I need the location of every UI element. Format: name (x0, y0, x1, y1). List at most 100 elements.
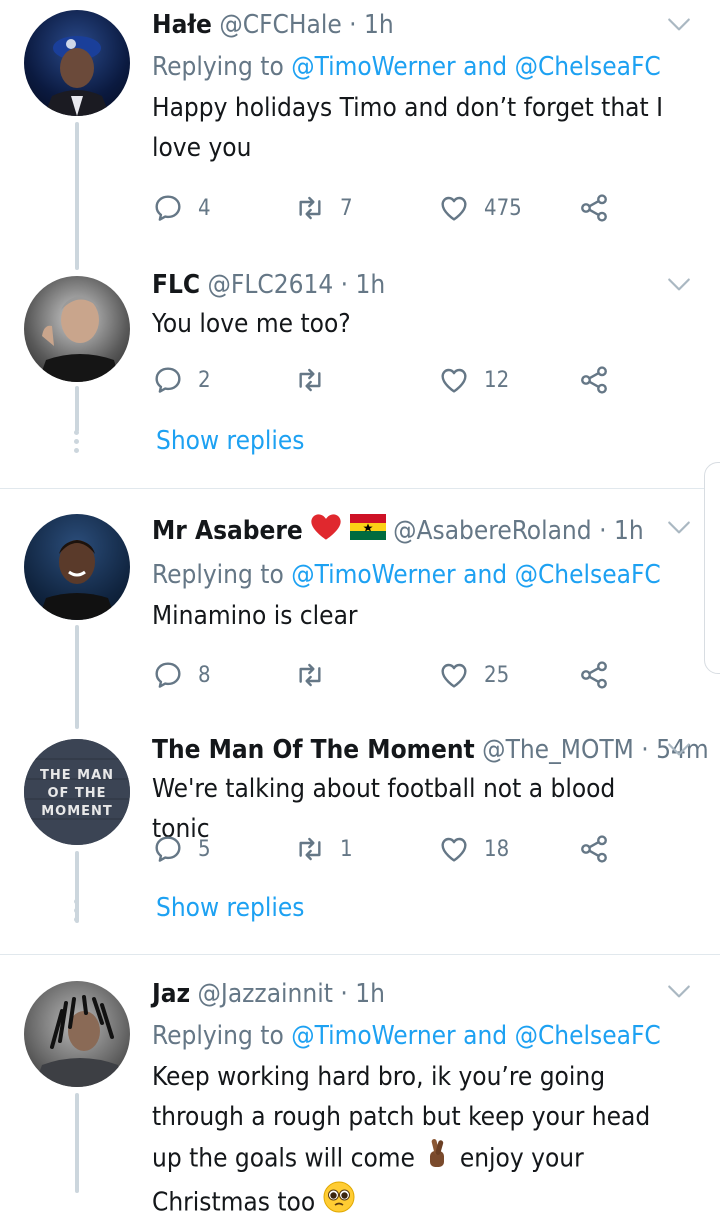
handle[interactable]: @The_MOTM (482, 735, 634, 765)
avatar[interactable] (24, 514, 130, 620)
mention-link[interactable]: @TimoWerner (291, 1021, 455, 1051)
like-button[interactable]: 25 (438, 655, 509, 695)
mention-link[interactable]: @ChelseaFC (515, 52, 661, 82)
display-name[interactable]: Jaz (152, 979, 190, 1009)
and-connector: and (463, 1021, 508, 1051)
thread-line (75, 1093, 79, 1193)
handle[interactable]: @FLC2614 (208, 270, 334, 300)
reply-icon (152, 833, 184, 865)
like-button[interactable]: 475 (438, 188, 522, 228)
reply-button[interactable]: 2 (152, 360, 211, 400)
chevron-down-icon[interactable] (666, 12, 692, 38)
display-name[interactable]: Mr Asabere (152, 516, 303, 546)
reply-count: 8 (198, 662, 211, 688)
replying-to: Replying to @TimoWerner and @ChelseaFC (152, 50, 680, 84)
like-count: 475 (484, 195, 522, 221)
share-icon (578, 364, 610, 396)
handle[interactable]: @Jazzainnit (198, 979, 333, 1009)
display-name[interactable]: The Man Of The Moment (152, 735, 475, 765)
reply-button[interactable]: 8 (152, 655, 211, 695)
retweet-button[interactable] (294, 655, 340, 695)
retweet-button[interactable] (294, 360, 340, 400)
share-button[interactable] (578, 829, 610, 869)
display-name[interactable]: FLC (152, 270, 200, 300)
replying-to: Replying to @TimoWerner and @ChelseaFC (152, 558, 680, 592)
retweet-button[interactable]: 7 (294, 188, 353, 228)
replying-prefix: Replying to (152, 52, 284, 82)
like-icon (438, 659, 470, 691)
timestamp[interactable]: 1h (364, 10, 394, 40)
svg-text:MOMENT: MOMENT (41, 804, 113, 819)
show-replies-link[interactable]: Show replies (156, 893, 304, 923)
svg-text:THE MAN: THE MAN (40, 768, 114, 783)
mention-link[interactable]: @TimoWerner (291, 560, 455, 590)
share-button[interactable] (578, 188, 610, 228)
tweet-5[interactable]: Jaz @Jazzainnit · 1h Replying to @TimoWe… (0, 955, 720, 1218)
and-connector: and (463, 52, 508, 82)
ghana-flag-icon (349, 514, 386, 549)
separator: · (340, 270, 349, 300)
tweet-1[interactable]: Hałe @CFCHale · 1h Replying to @TimoWern… (0, 0, 720, 270)
reply-count: 5 (198, 836, 211, 862)
retweet-button[interactable]: 1 (294, 829, 353, 869)
svg-text:OF THE: OF THE (47, 786, 106, 801)
tweet-text: Happy holidays Timo and don’t forget tha… (152, 93, 663, 163)
tweet-text: Minamino is clear (152, 601, 358, 631)
retweet-count: 7 (340, 195, 353, 221)
mention-link[interactable]: @TimoWerner (291, 52, 455, 82)
share-button[interactable] (578, 360, 610, 400)
timestamp[interactable]: 1h (355, 979, 385, 1009)
retweet-icon (294, 364, 326, 396)
reply-button[interactable]: 4 (152, 188, 211, 228)
thread-line (75, 386, 79, 432)
reply-icon (152, 364, 184, 396)
and-connector: and (463, 560, 508, 590)
thread-dots (74, 430, 80, 457)
replying-prefix: Replying to (152, 560, 284, 590)
display-name[interactable]: Hałe (152, 10, 212, 40)
separator: · (349, 10, 357, 40)
retweet-icon (294, 659, 326, 691)
heart-emoji-icon (310, 513, 342, 550)
chevron-down-icon[interactable] (666, 737, 692, 763)
like-count: 25 (484, 662, 510, 688)
separator: · (599, 516, 607, 546)
handle[interactable]: @AsabereRoland (393, 516, 592, 546)
tweet-4[interactable]: THE MAN OF THE MOMENT The Man Of The Mom… (0, 729, 720, 953)
reply-button[interactable]: 5 (152, 829, 211, 869)
handle[interactable]: @CFCHale (219, 10, 341, 40)
share-button[interactable] (578, 655, 610, 695)
chevron-down-icon[interactable] (666, 515, 692, 541)
timestamp[interactable]: 1h (356, 270, 386, 300)
avatar[interactable] (24, 276, 130, 382)
separator: · (340, 979, 348, 1009)
tweet-3[interactable]: Mr Asabere @AsabereRoland · 1h Replying … (0, 489, 720, 729)
tweet-2[interactable]: FLC @FLC2614 · 1h You love me too? 2 12 … (0, 270, 720, 488)
timestamp[interactable]: 1h (614, 516, 644, 546)
like-button[interactable]: 18 (438, 829, 509, 869)
crossed-fingers-emoji-icon (422, 1137, 452, 1181)
show-replies-link[interactable]: Show replies (156, 426, 304, 456)
scroll-indicator[interactable] (704, 462, 720, 674)
replying-prefix: Replying to (152, 1021, 284, 1051)
tweet-text: You love me too? (152, 309, 351, 339)
mention-link[interactable]: @ChelseaFC (515, 1021, 661, 1051)
like-button[interactable]: 12 (438, 360, 509, 400)
chevron-down-icon[interactable] (666, 979, 692, 1005)
like-icon (438, 833, 470, 865)
reply-icon (152, 659, 184, 691)
like-count: 18 (484, 836, 510, 862)
retweet-icon (294, 192, 326, 224)
replying-to: Replying to @TimoWerner and @ChelseaFC (152, 1019, 680, 1053)
like-icon (438, 364, 470, 396)
chevron-down-icon[interactable] (666, 272, 692, 298)
mention-link[interactable]: @ChelseaFC (515, 560, 661, 590)
tweet-text: Keep working hard bro, ik you’re going t… (152, 1057, 680, 1225)
avatar[interactable] (24, 981, 130, 1087)
pleading-face-emoji-icon (323, 1181, 355, 1225)
avatar[interactable]: THE MAN OF THE MOMENT (24, 739, 130, 845)
separator: · (641, 735, 649, 765)
reply-count: 4 (198, 195, 211, 221)
avatar[interactable] (24, 10, 130, 116)
like-count: 12 (484, 367, 510, 393)
